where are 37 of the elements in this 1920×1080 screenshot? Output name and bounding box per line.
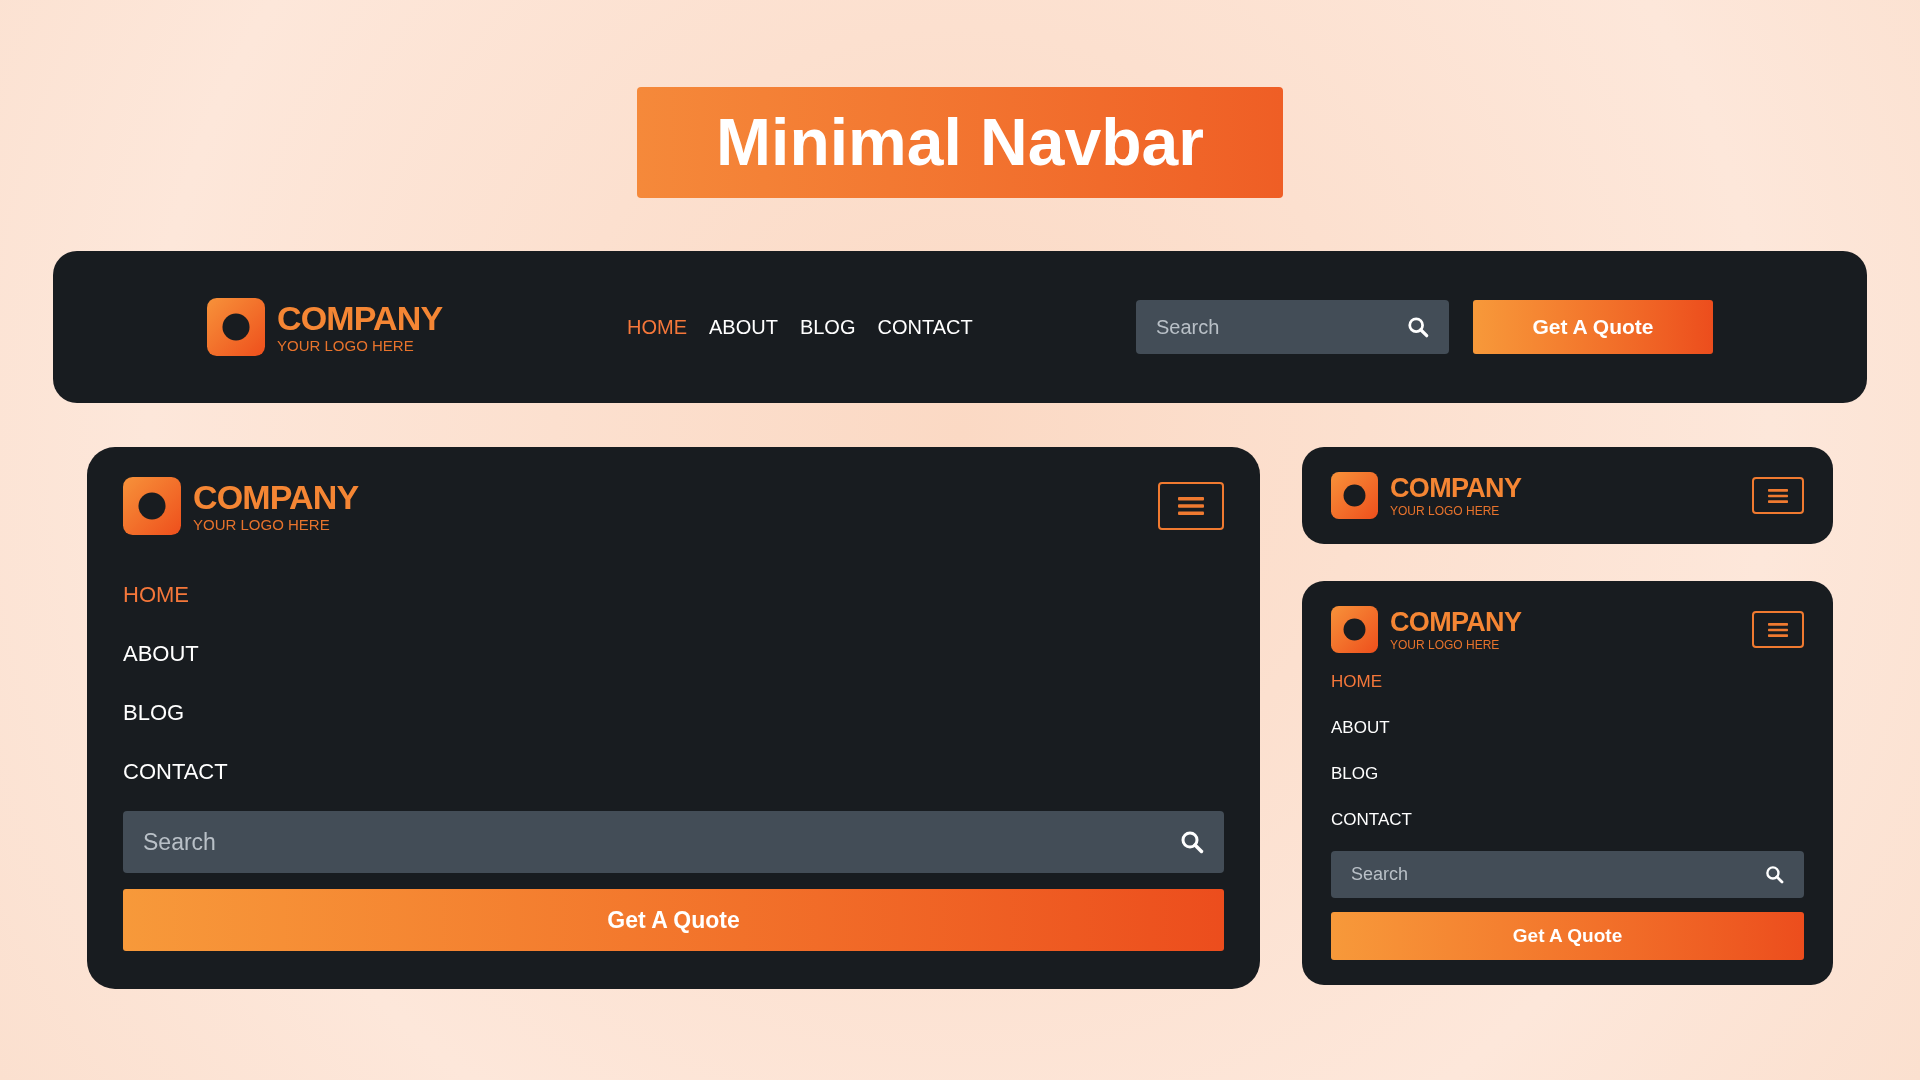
company-name: COMPANY bbox=[1390, 608, 1522, 636]
search-icon bbox=[1765, 865, 1784, 884]
search-field[interactable]: Search bbox=[123, 811, 1224, 873]
menu-icon bbox=[1768, 621, 1788, 638]
nav-link[interactable]: ABOUT bbox=[709, 312, 778, 342]
search-field[interactable]: Search bbox=[1136, 300, 1449, 354]
company-name: COMPANY bbox=[1390, 474, 1522, 502]
nav-link[interactable]: CONTACT bbox=[123, 742, 228, 801]
menu-button[interactable] bbox=[1752, 477, 1804, 514]
menu-button[interactable] bbox=[1752, 611, 1804, 648]
search-icon bbox=[1180, 830, 1204, 854]
nav-link[interactable]: BLOG bbox=[1331, 751, 1379, 797]
nav-link[interactable]: HOME bbox=[627, 312, 687, 342]
logo-tagline: YOUR LOGO HERE bbox=[1390, 638, 1501, 651]
nav-link[interactable]: CONTACT bbox=[1331, 797, 1412, 843]
nav-link[interactable]: ABOUT bbox=[1331, 705, 1390, 751]
nav-link[interactable]: BLOG bbox=[123, 683, 185, 742]
nav-link[interactable]: ABOUT bbox=[123, 624, 199, 683]
menu-icon bbox=[1768, 487, 1788, 504]
nav-link[interactable]: HOME bbox=[1331, 659, 1382, 705]
logo-icon bbox=[1331, 472, 1378, 519]
logo-tagline: YOUR LOGO HERE bbox=[1390, 504, 1501, 517]
page-title: Minimal Navbar bbox=[637, 87, 1283, 198]
logo-icon bbox=[123, 477, 181, 535]
logo-icon bbox=[1331, 606, 1378, 653]
nav-link[interactable]: HOME bbox=[123, 565, 189, 624]
logo-tagline: YOUR LOGO HERE bbox=[277, 338, 415, 353]
logo-icon bbox=[207, 298, 265, 356]
menu-icon bbox=[1178, 496, 1204, 516]
menu-button[interactable] bbox=[1158, 482, 1224, 530]
search-icon bbox=[1407, 316, 1429, 338]
search-field[interactable]: Search bbox=[1331, 851, 1804, 898]
company-name: COMPANY bbox=[193, 480, 359, 514]
logo-tagline: YOUR LOGO HERE bbox=[193, 517, 331, 532]
nav-link[interactable]: BLOG bbox=[799, 312, 856, 342]
company-name: COMPANY bbox=[277, 301, 443, 335]
nav-link[interactable]: CONTACT bbox=[877, 312, 973, 342]
